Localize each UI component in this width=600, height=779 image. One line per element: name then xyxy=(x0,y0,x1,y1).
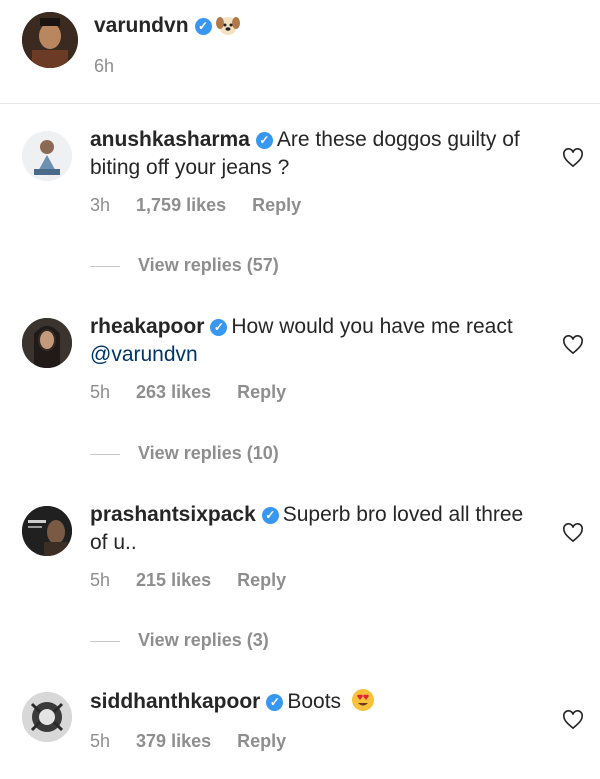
verified-badge-icon: ✓ xyxy=(210,319,228,336)
comment-username[interactable]: rheakapoor xyxy=(90,315,204,338)
view-replies-button[interactable]: View replies (3) xyxy=(90,630,269,651)
comment-time: 5h xyxy=(90,570,111,590)
reply-button[interactable]: Reply xyxy=(237,570,286,590)
comment-likes[interactable]: 263 likes xyxy=(136,382,211,402)
post-username[interactable]: varundvn xyxy=(94,14,189,37)
comment-username[interactable]: anushkasharma xyxy=(90,128,250,151)
comment-avatar[interactable] xyxy=(22,692,72,742)
heart-outline-icon[interactable] xyxy=(562,523,584,543)
verified-badge-icon: ✓ xyxy=(261,507,279,524)
comment-text: Boots xyxy=(287,690,342,713)
comment-body: siddhanthkapoor ✓ Boots xyxy=(90,688,530,720)
view-replies-label: View replies (57) xyxy=(138,255,279,275)
reply-button[interactable]: Reply xyxy=(237,731,286,751)
heart-outline-icon[interactable] xyxy=(562,148,584,168)
view-replies-line xyxy=(90,265,120,267)
heart-eyes-emoji-icon xyxy=(351,688,375,720)
comment-avatar[interactable] xyxy=(22,318,72,368)
reply-button[interactable]: Reply xyxy=(237,382,286,402)
heart-outline-icon[interactable] xyxy=(562,335,584,355)
dog-face-emoji-icon xyxy=(215,14,240,41)
avatar-image xyxy=(22,131,72,181)
comment-body: prashantsixpack ✓ Superb bro loved all thr… xyxy=(90,501,530,557)
comment-meta: 5h 379 likes Reply xyxy=(90,731,312,752)
comment-likes[interactable]: 1,759 likes xyxy=(136,195,226,215)
comment-meta: 5h 215 likes Reply xyxy=(90,570,312,591)
mention-link[interactable]: @varundvn xyxy=(90,343,198,366)
view-replies-line xyxy=(90,453,120,455)
comment-username[interactable]: siddhanthkapoor xyxy=(90,690,260,713)
view-replies-line xyxy=(90,640,120,642)
view-replies-button[interactable]: View replies (57) xyxy=(90,255,279,276)
comment-likes[interactable]: 379 likes xyxy=(136,731,211,751)
heart-outline-icon[interactable] xyxy=(562,710,584,730)
post-author-avatar[interactable] xyxy=(22,12,78,68)
post-time: 6h xyxy=(94,56,115,76)
comment-username[interactable]: prashantsixpack xyxy=(90,503,256,526)
comment-time: 3h xyxy=(90,195,111,215)
divider xyxy=(0,103,600,104)
comment-body: rheakapoor ✓ How would you have me react @… xyxy=(90,313,530,369)
avatar-image xyxy=(22,506,72,556)
verified-badge-icon: ✓ xyxy=(194,18,212,35)
avatar-image xyxy=(22,12,78,68)
comment-avatar[interactable] xyxy=(22,506,72,556)
verified-badge-icon: ✓ xyxy=(255,132,273,149)
comment-text: How would you have me react xyxy=(231,315,513,338)
post-header: varundvn ✓ xyxy=(94,14,240,41)
view-replies-label: View replies (3) xyxy=(138,630,269,650)
comment-time: 5h xyxy=(90,382,111,402)
comment-likes[interactable]: 215 likes xyxy=(136,570,211,590)
reply-button[interactable]: Reply xyxy=(252,195,301,215)
view-replies-button[interactable]: View replies (10) xyxy=(90,443,279,464)
avatar-image xyxy=(22,692,72,742)
avatar-image xyxy=(22,318,72,368)
comment-time: 5h xyxy=(90,731,111,751)
comment-meta: 5h 263 likes Reply xyxy=(90,382,312,403)
comment-body: anushkasharma ✓ Are these doggos guilty of… xyxy=(90,126,530,182)
verified-badge-icon: ✓ xyxy=(266,694,284,711)
comment-avatar[interactable] xyxy=(22,131,72,181)
comment-meta: 3h 1,759 likes Reply xyxy=(90,195,327,216)
view-replies-label: View replies (10) xyxy=(138,443,279,463)
